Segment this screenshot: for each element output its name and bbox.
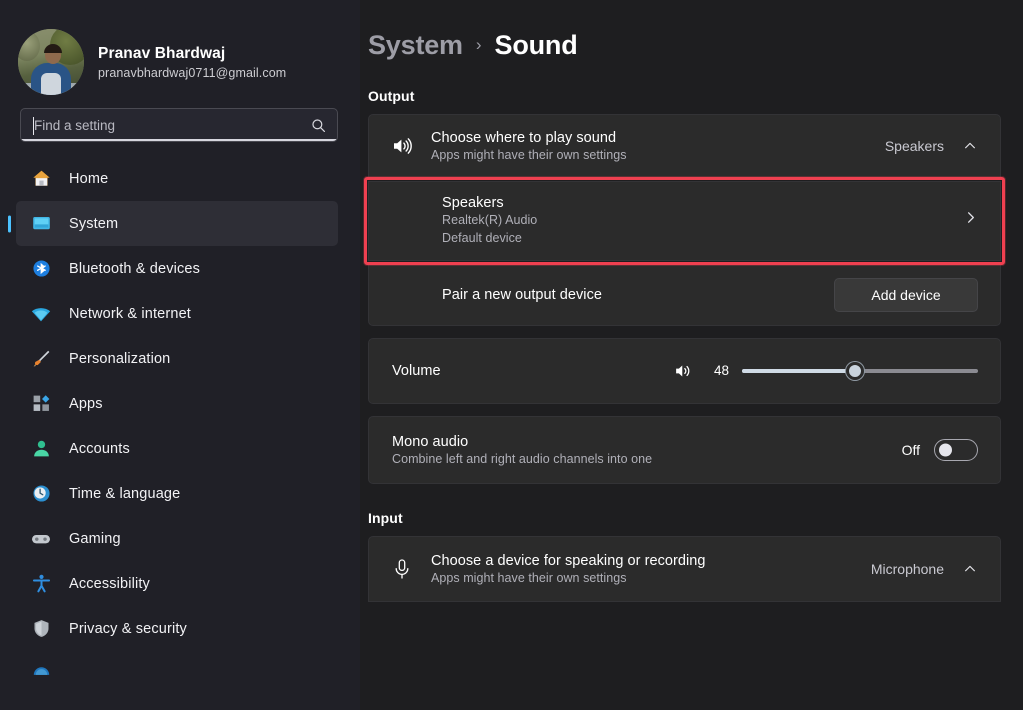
shield-icon xyxy=(30,618,52,640)
sidebar-item-label: System xyxy=(69,215,119,232)
microphone-icon xyxy=(389,556,415,582)
search-input[interactable] xyxy=(21,109,337,141)
sidebar-item-time-language[interactable]: Time & language xyxy=(16,471,338,516)
search-container xyxy=(0,100,360,142)
sidebar-item-privacy-security[interactable]: Privacy & security xyxy=(16,606,338,651)
output-section-title: Output xyxy=(368,88,415,104)
profile-email: pranavbhardwaj0711@gmail.com xyxy=(98,65,287,80)
sidebar-item-label: Apps xyxy=(69,395,103,412)
speaker-icon xyxy=(389,133,415,159)
sidebar-item-label: Personalization xyxy=(69,350,171,367)
slider-fill xyxy=(742,368,856,373)
chevron-up-icon[interactable] xyxy=(962,561,978,577)
mono-audio-row: Mono audio Combine left and right audio … xyxy=(369,417,1000,483)
breadcrumb-parent[interactable]: System xyxy=(368,30,463,61)
choose-input-device-card: Choose a device for speaking or recordin… xyxy=(368,535,1001,602)
page-title: Sound xyxy=(494,29,578,60)
settings-content: Output Choose where to play sound Apps m xyxy=(368,88,1023,602)
pair-output-device-card: Pair a new output device Add device xyxy=(368,263,1001,326)
choose-output-device-card: Choose where to play sound Apps might ha… xyxy=(368,114,1001,178)
speakers-device-card: Speakers Realtek(R) Audio Default device xyxy=(368,181,1001,261)
sidebar-item-apps[interactable]: Apps xyxy=(16,381,338,426)
sidebar-item-accounts[interactable]: Accounts xyxy=(16,426,338,471)
mono-audio-subtitle: Combine left and right audio channels in… xyxy=(392,451,653,466)
sidebar-item-label: Privacy & security xyxy=(69,620,187,637)
search-box[interactable] xyxy=(20,108,338,142)
sidebar-item-gaming[interactable]: Gaming xyxy=(16,516,338,561)
text-caret xyxy=(33,117,34,135)
sidebar-item-accessibility[interactable]: Accessibility xyxy=(16,561,338,606)
account-icon xyxy=(30,438,52,460)
windows-update-icon xyxy=(30,663,52,685)
clock-icon xyxy=(30,483,52,505)
sidebar-item-bluetooth-devices[interactable]: Bluetooth & devices xyxy=(16,246,338,291)
speakers-driver: Realtek(R) Audio xyxy=(442,213,538,227)
volume-slider[interactable] xyxy=(742,361,978,381)
volume-card: Volume 48 xyxy=(368,337,1001,404)
speaker-icon[interactable] xyxy=(670,358,696,384)
avatar[interactable] xyxy=(18,29,84,95)
sidebar-item-personalization[interactable]: Personalization xyxy=(16,336,338,381)
choose-input-device-row[interactable]: Choose a device for speaking or recordin… xyxy=(369,537,1000,601)
accessibility-icon xyxy=(30,573,52,595)
add-device-button[interactable]: Add device xyxy=(834,277,978,312)
row-title: Choose where to play sound xyxy=(431,130,617,146)
home-icon xyxy=(30,168,52,190)
sidebar-item-windows-update[interactable] xyxy=(16,651,338,696)
mono-audio-state-label: Off xyxy=(901,441,920,458)
pair-output-device-row: Pair a new output device Add device xyxy=(369,265,1000,325)
speakers-title: Speakers xyxy=(442,195,504,211)
chevron-up-icon[interactable] xyxy=(962,138,978,154)
volume-row: Volume 48 xyxy=(369,339,1000,403)
sidebar-item-label: Network & internet xyxy=(69,305,191,322)
sidebar-item-label: Gaming xyxy=(69,530,121,547)
search-icon[interactable] xyxy=(310,117,326,133)
sidebar-item-label: Home xyxy=(69,170,109,187)
breadcrumb: System › Sound xyxy=(368,0,1023,62)
toggle-knob xyxy=(939,443,952,457)
sidebar-item-home[interactable]: Home xyxy=(16,156,338,201)
slider-thumb[interactable] xyxy=(846,361,865,380)
sidebar-nav: Home System Bluetooth & devices Network … xyxy=(0,156,360,696)
wifi-icon xyxy=(30,303,52,325)
sidebar-item-label: Accessibility xyxy=(69,575,150,592)
breadcrumb-separator-icon: › xyxy=(475,35,482,54)
row-subtitle: Apps might have their own settings xyxy=(431,570,627,585)
volume-label: Volume xyxy=(392,362,441,379)
chevron-right-icon[interactable] xyxy=(962,209,978,225)
system-display-icon xyxy=(30,213,52,235)
settings-window: Pranav Bhardwaj pranavbhardwaj0711@gmail… xyxy=(0,0,1023,710)
choose-output-device-row[interactable]: Choose where to play sound Apps might ha… xyxy=(369,115,1000,177)
sidebar-item-label: Time & language xyxy=(69,485,181,502)
user-profile[interactable]: Pranav Bhardwaj pranavbhardwaj0711@gmail… xyxy=(0,0,360,100)
mono-audio-toggle[interactable] xyxy=(934,438,978,461)
apps-icon xyxy=(30,393,52,415)
mono-audio-title: Mono audio xyxy=(392,433,469,450)
gamepad-icon xyxy=(30,528,52,550)
row-subtitle: Apps might have their own settings xyxy=(431,148,627,162)
sidebar: Pranav Bhardwaj pranavbhardwaj0711@gmail… xyxy=(0,0,360,710)
sidebar-item-label: Accounts xyxy=(69,440,130,457)
pair-label: Pair a new output device xyxy=(442,286,602,303)
sidebar-item-system[interactable]: System xyxy=(16,201,338,246)
speakers-device-row[interactable]: Speakers Realtek(R) Audio Default device xyxy=(369,182,1000,260)
paintbrush-icon xyxy=(30,348,52,370)
sidebar-item-label: Bluetooth & devices xyxy=(69,260,201,277)
selected-input-device: Microphone xyxy=(870,560,944,577)
speakers-status: Default device xyxy=(442,230,522,245)
volume-value: 48 xyxy=(713,363,729,379)
sidebar-item-network-internet[interactable]: Network & internet xyxy=(16,291,338,336)
mono-audio-card: Mono audio Combine left and right audio … xyxy=(368,415,1001,484)
bluetooth-icon xyxy=(30,258,52,280)
row-title: Choose a device for speaking or recordin… xyxy=(431,552,706,569)
main-content: System › Sound Output Choose where to pl… xyxy=(360,0,1023,710)
input-section-title: Input xyxy=(368,509,403,526)
profile-name: Pranav Bhardwaj xyxy=(98,44,226,62)
selected-output-device: Speakers xyxy=(884,138,944,154)
